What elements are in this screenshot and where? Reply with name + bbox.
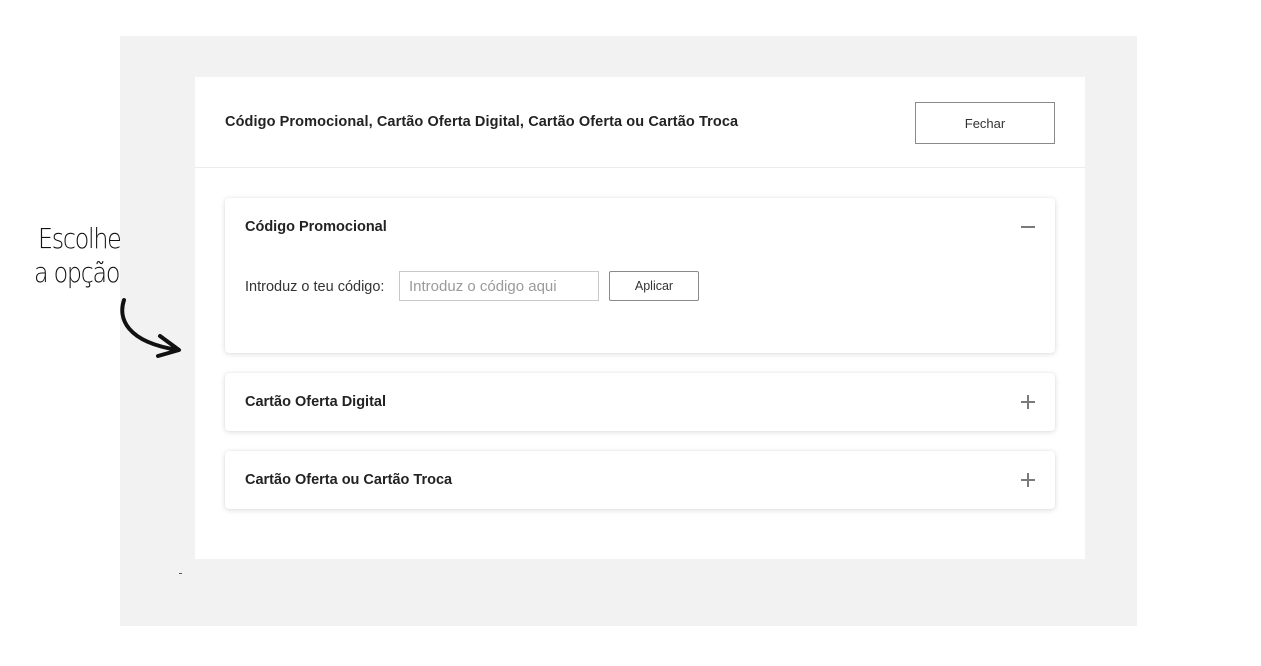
panel-title-digital-gift-card: Cartão Oferta Digital <box>245 394 386 410</box>
annotation-line-1: Escolhe <box>38 222 122 255</box>
plus-icon[interactable] <box>1019 393 1037 411</box>
promo-code-modal: Código Promocional, Cartão Oferta Digita… <box>195 77 1085 559</box>
curved-arrow-icon <box>120 298 181 358</box>
promo-code-input[interactable] <box>399 271 599 301</box>
modal-header: Código Promocional, Cartão Oferta Digita… <box>195 77 1085 168</box>
minus-icon[interactable] <box>1019 218 1037 236</box>
modal-title: Código Promocional, Cartão Oferta Digita… <box>225 114 739 130</box>
stray-mark <box>179 573 182 574</box>
close-button[interactable]: Fechar <box>915 102 1055 144</box>
apply-button[interactable]: Aplicar <box>609 271 699 301</box>
code-field-label: Introduz o teu código: <box>245 279 385 295</box>
digital-gift-card-panel[interactable]: Cartão Oferta Digital <box>225 373 1055 431</box>
panel-title-promo-code[interactable]: Código Promocional <box>245 219 387 235</box>
plus-icon[interactable] <box>1019 471 1037 489</box>
annotation-line-2: a opção <box>34 256 120 289</box>
handwritten-annotation: Escolhe a opção <box>28 222 188 362</box>
promo-code-panel: Código Promocional Introduz o teu código… <box>225 198 1055 353</box>
gift-or-exchange-card-panel[interactable]: Cartão Oferta ou Cartão Troca <box>225 451 1055 509</box>
panel-title-gift-exchange-card: Cartão Oferta ou Cartão Troca <box>245 472 453 488</box>
